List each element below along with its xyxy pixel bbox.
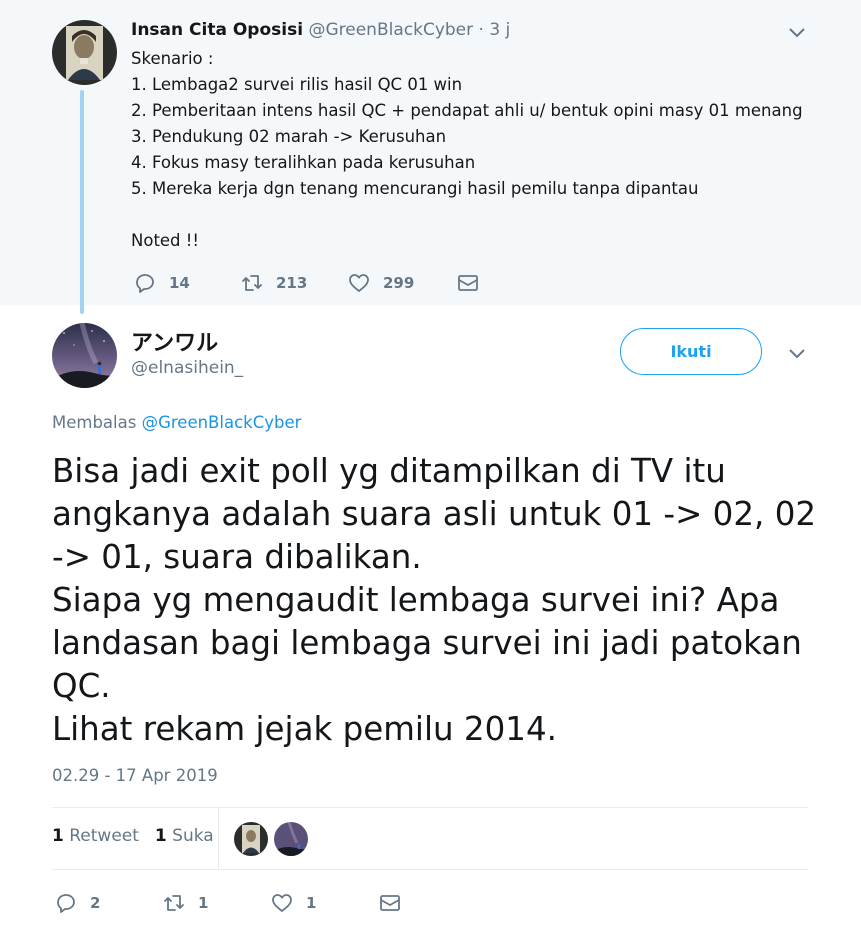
tweet-line: Lihat rekam jejak pemilu 2014. xyxy=(52,710,557,748)
liker-avatars xyxy=(234,822,314,856)
author-name[interactable]: アンワル xyxy=(131,325,218,357)
likes-stat-count: 1 xyxy=(154,826,167,846)
retweet-count: 213 xyxy=(276,274,308,292)
like-button[interactable]: 299 xyxy=(347,271,456,295)
tweet-text: Skenario : 1. Lembaga2 survei rilis hasi… xyxy=(131,46,831,254)
message-icon xyxy=(380,895,400,911)
retweet-icon xyxy=(242,275,262,291)
likes-stat-label: Suka xyxy=(172,826,214,846)
like-count: 1 xyxy=(306,894,317,912)
tweet-timestamp[interactable]: 02.29 - 17 Apr 2019 xyxy=(52,766,218,785)
likes-stat[interactable]: 1 Suka xyxy=(155,826,214,846)
replying-to: Membalas @GreenBlackCyber xyxy=(52,413,301,432)
tweet-line: Siapa yg mengaudit lembaga survei ini? A… xyxy=(52,581,780,619)
stats-separator xyxy=(218,808,219,870)
portrait-avatar-image xyxy=(52,20,117,85)
reply-button[interactable]: 14 xyxy=(133,271,240,295)
like-button[interactable]: 1 xyxy=(270,891,378,915)
chevron-down-icon[interactable] xyxy=(786,343,808,365)
retweet-icon xyxy=(164,895,184,911)
tweet-actions: 14 213 299 xyxy=(133,270,480,296)
reply-icon xyxy=(136,274,154,293)
author-name[interactable]: Insan Cita Oposisi xyxy=(131,20,303,40)
avatar[interactable] xyxy=(52,323,117,388)
avatar[interactable] xyxy=(274,822,308,856)
avatar[interactable] xyxy=(234,822,268,856)
portrait-avatar-image xyxy=(234,822,268,856)
tweet-line: QC. xyxy=(52,667,111,705)
direct-message-button[interactable] xyxy=(456,271,480,295)
tweet-line xyxy=(131,202,831,228)
tweet-line: angkanya adalah suara asli untuk 01 -> 0… xyxy=(52,495,817,533)
message-icon xyxy=(458,275,478,291)
reply-count: 14 xyxy=(169,274,190,292)
tweet-line: Skenario : xyxy=(131,49,214,68)
retweet-button[interactable]: 1 xyxy=(162,891,270,915)
tweet-line: 1. Lembaga2 survei rilis hasil QC 01 win xyxy=(131,75,463,94)
avatar[interactable] xyxy=(52,20,117,85)
tweet-line: -> 01, suara dibalikan. xyxy=(52,538,422,576)
chevron-down-icon[interactable] xyxy=(786,22,808,44)
replying-label: Membalas xyxy=(52,413,137,432)
reply-button[interactable]: 2 xyxy=(54,891,162,915)
reply-count: 2 xyxy=(90,894,101,912)
thread-connector xyxy=(80,90,84,314)
divider xyxy=(52,869,808,870)
like-count: 299 xyxy=(383,274,415,292)
author-handle-time[interactable]: @GreenBlackCyber · 3 j xyxy=(308,20,510,40)
parent-tweet[interactable]: Insan Cita Oposisi @GreenBlackCyber · 3 … xyxy=(0,0,861,314)
retweet-button[interactable]: 213 xyxy=(240,271,347,295)
night-sky-avatar-image xyxy=(52,323,117,388)
follow-button[interactable]: Ikuti xyxy=(620,328,762,375)
divider xyxy=(52,807,808,808)
tweet-line: Bisa jadi exit poll yg ditampilkan di TV… xyxy=(52,452,726,490)
tweet-line: 3. Pendukung 02 marah -> Kerusuhan xyxy=(131,127,447,146)
direct-message-button[interactable] xyxy=(378,891,402,915)
replying-to-link[interactable]: @GreenBlackCyber xyxy=(142,413,302,432)
tweet-line: 5. Mereka kerja dgn tenang mencurangi ha… xyxy=(131,179,699,198)
retweets-stat[interactable]: 1 Retweet xyxy=(52,826,139,846)
tweet-text: Bisa jadi exit poll yg ditampilkan di TV… xyxy=(52,450,842,751)
tweet-line: landasan bagi lembaga survei ini jadi pa… xyxy=(52,624,802,662)
retweets-stat-count: 1 xyxy=(52,826,64,846)
like-icon xyxy=(349,274,369,292)
retweet-count: 1 xyxy=(198,894,209,912)
like-icon xyxy=(272,894,292,912)
tweet-line: 4. Fokus masy teralihkan pada kerusuhan xyxy=(131,153,476,172)
night-sky-avatar-image xyxy=(274,822,308,856)
tweet-line: Noted !! xyxy=(131,231,200,250)
reply-icon xyxy=(57,894,75,913)
tweet-actions: 2 1 1 xyxy=(54,890,402,916)
tweet-line: 2. Pemberitaan intens hasil QC + pendapa… xyxy=(131,101,803,120)
retweets-stat-label: Retweet xyxy=(69,826,139,846)
tweet-header: Insan Cita Oposisi @GreenBlackCyber · 3 … xyxy=(131,20,510,40)
engagement-stats: 1 Retweet 1 Suka xyxy=(52,826,214,846)
author-handle[interactable]: @elnasihein_ xyxy=(131,358,243,378)
